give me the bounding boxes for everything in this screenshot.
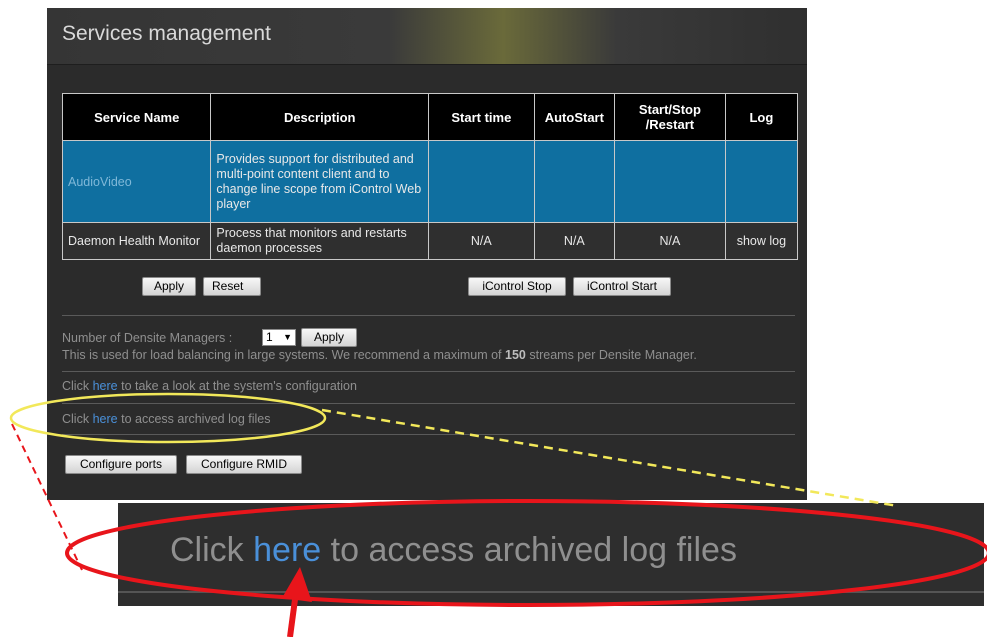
- arrow-up-icon: [282, 567, 312, 602]
- yellow-dashed-connector: [321, 408, 899, 508]
- red-highlight-ellipse: [65, 499, 987, 607]
- callout-annotation-overlay: [9, 392, 987, 637]
- yellow-highlight-ellipse: [9, 392, 327, 444]
